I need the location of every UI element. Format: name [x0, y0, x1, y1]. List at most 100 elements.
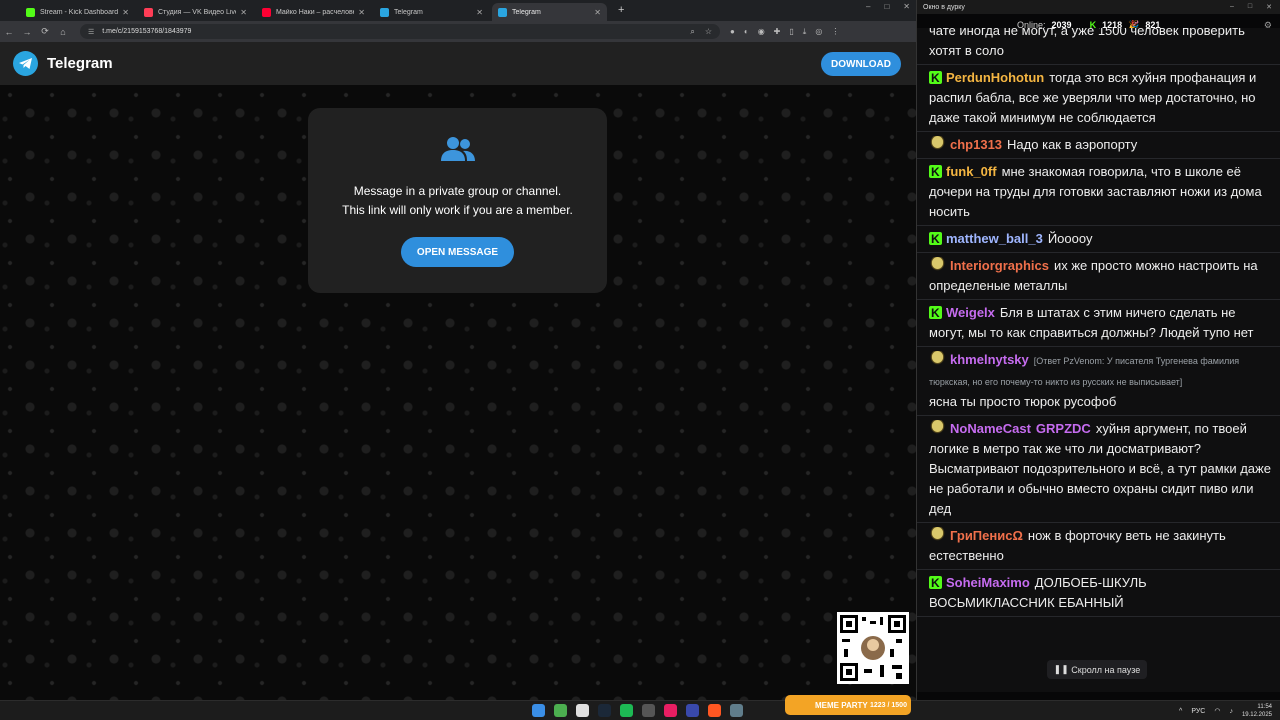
home-icon[interactable]: ⌂ [54, 27, 72, 37]
tab-close-icon[interactable]: ✕ [358, 8, 365, 17]
download-icon[interactable]: ⤓ [803, 27, 807, 37]
chat-message-list[interactable]: чате иногда не могут, а уже 1500 человек… [917, 28, 1280, 692]
clock[interactable]: 11:54 19.12.2025 [1242, 703, 1272, 719]
app-icon[interactable] [642, 704, 655, 717]
extension-icon[interactable]: ◐ [744, 27, 749, 36]
site-info-icon[interactable]: ☰ [88, 28, 94, 36]
clock-time: 11:54 [1257, 704, 1272, 710]
private-message-card: Message in a private group or channel. T… [308, 108, 607, 293]
back-icon[interactable]: ← [0, 27, 18, 37]
chat-username[interactable]: chp1313 [950, 137, 1002, 152]
chat-username[interactable]: ГриПенисΩ [950, 528, 1023, 543]
chat-username[interactable]: Interiorgraphics [950, 258, 1049, 273]
start-icon[interactable] [532, 704, 545, 717]
chat-message-text: ясна ты просто тюрок русофоб [929, 394, 1117, 409]
steam-icon[interactable] [598, 704, 611, 717]
party-badge-icon [929, 136, 946, 151]
chat-message: khmelnytsky [Ответ PzVenom: У писателя Ту… [917, 347, 1280, 416]
chrome-icon[interactable] [554, 704, 567, 717]
telegram-logo-icon[interactable] [13, 51, 38, 76]
obs-icon[interactable] [576, 704, 589, 717]
extension-icon[interactable]: ◉ [758, 27, 765, 36]
chat-window-title: Окно в дурку [923, 3, 965, 11]
bookmark-star-icon[interactable]: ☆ [705, 27, 712, 37]
browser-tab[interactable]: Майко Наки – расчеловечив... ✕ [256, 3, 371, 21]
reload-icon[interactable]: ⟳ [36, 26, 54, 37]
chat-username[interactable]: NoNameCast [950, 421, 1031, 436]
maximize-icon[interactable]: □ [1248, 3, 1252, 11]
chat-username[interactable]: matthew_ball_3 [946, 231, 1043, 246]
open-message-button[interactable]: OPEN MESSAGE [401, 237, 514, 267]
clock-date: 19.12.2025 [1241, 712, 1272, 718]
app-icon[interactable] [708, 704, 721, 717]
party-badge-icon [929, 257, 946, 272]
chat-message: NoNameCast GRPZDC хуйня аргумент, по твоей… [917, 416, 1280, 523]
tab-favicon-icon [144, 7, 153, 17]
menu-icon[interactable]: ⋮ [831, 27, 839, 36]
browser-tab[interactable]: Студия — VK Видео Live ✕ [138, 3, 253, 21]
chat-window-titlebar: Окно в дурку – □ ✕ [917, 0, 1280, 14]
kick-badge-icon [929, 68, 942, 88]
qr-code-image [837, 612, 909, 684]
tab-close-icon[interactable]: ✕ [594, 8, 601, 17]
chat-message: chp1313 Надо как в аэропорту [917, 132, 1280, 159]
language-indicator[interactable]: РУС [1191, 708, 1205, 715]
tab-title: Telegram [512, 8, 541, 16]
chat-username[interactable]: Weigelx [946, 305, 995, 320]
browser-tab[interactable]: Telegram ✕ [492, 3, 607, 21]
browser-tab[interactable]: Stream - Kick Dashboard ✕ [20, 3, 135, 21]
address-bar[interactable]: ☰ t.me/c/2159153768/1843979 ⌕ ☆ [80, 24, 720, 39]
zoom-icon[interactable]: ⌕ [690, 27, 694, 37]
chat-username[interactable]: funk_0ff [946, 164, 997, 179]
chat-message: funk_0ffмне знакомая говорила, что в шко… [917, 159, 1280, 226]
tab-close-icon[interactable]: ✕ [476, 8, 483, 17]
telegram-brand[interactable]: Telegram [47, 55, 113, 72]
network-icon[interactable]: ◠ [1214, 707, 1220, 715]
meme-party-widget[interactable]: MEME PARTY 1223 / 1500 [785, 695, 911, 715]
party-badge-icon [929, 527, 946, 542]
tab-close-icon[interactable]: ✕ [122, 8, 129, 17]
chat-window: Окно в дурку – □ ✕ Online: 2039 K 1218 🎉 8… [916, 0, 1280, 700]
extensions-puzzle-icon[interactable]: ✚ [774, 27, 781, 36]
tab-title: Майко Наки – расчеловечив... [276, 8, 354, 16]
meme-party-label: MEME PARTY [815, 700, 868, 710]
tab-close-icon[interactable]: ✕ [240, 8, 247, 17]
chat-message: PerdunHohotunтогда это вся хуйня профана… [917, 65, 1280, 132]
extension-icon[interactable]: ● [730, 27, 735, 36]
tab-title: Telegram [394, 8, 423, 16]
scroll-paused-button[interactable]: ❚❚ Скролл на паузе [1047, 660, 1147, 679]
download-button[interactable]: DOWNLOAD [821, 52, 901, 76]
close-icon[interactable]: ✕ [1266, 3, 1272, 11]
tab-favicon-icon [26, 7, 35, 17]
tray-arrow-icon[interactable]: ^ [1179, 708, 1182, 715]
chat-username[interactable]: GRPZDC [1036, 421, 1091, 436]
scroll-paused-label: Скролл на паузе [1071, 664, 1141, 675]
minimize-icon[interactable]: – [866, 2, 870, 11]
forward-icon[interactable]: → [18, 27, 36, 37]
volume-icon[interactable]: ♪ [1229, 708, 1233, 715]
address-row: ← → ⟳ ⌂ ☰ t.me/c/2159153768/1843979 ⌕ ☆ ●… [0, 21, 916, 42]
maximize-icon[interactable]: □ [884, 2, 889, 11]
chat-message: ГриПенисΩ нож в форточку веть не закинуть… [917, 523, 1280, 570]
profile-icon[interactable]: ◎ [815, 27, 822, 36]
new-tab-button[interactable]: + [618, 4, 624, 16]
side-panel-icon[interactable]: ▯ [789, 27, 793, 36]
tab-favicon-icon [498, 7, 507, 17]
app-icon[interactable] [664, 704, 677, 717]
chat-message-text: чате иногда не могут, а уже 1500 человек… [929, 28, 1245, 58]
party-badge-icon [929, 351, 946, 366]
tab-title: Студия — VK Видео Live [158, 8, 237, 16]
tab-favicon-icon [262, 7, 271, 17]
spotify-icon[interactable] [620, 704, 633, 717]
windows-taskbar: ^ РУС ◠ ♪ 11:54 19.12.2025 [0, 700, 1280, 720]
kick-badge-icon [929, 303, 942, 323]
app-icon[interactable] [686, 704, 699, 717]
chat-username[interactable]: khmelnytsky [950, 352, 1029, 367]
chat-username[interactable]: PerdunHohotun [946, 70, 1044, 85]
browser-tab[interactable]: Telegram ✕ [374, 3, 489, 21]
chat-username[interactable]: SoheiMaximo [946, 575, 1030, 590]
card-message-line1: Message in a private group or channel. [353, 184, 562, 198]
minimize-icon[interactable]: – [1230, 3, 1234, 11]
app-icon[interactable] [730, 704, 743, 717]
close-icon[interactable]: ✕ [903, 2, 910, 11]
